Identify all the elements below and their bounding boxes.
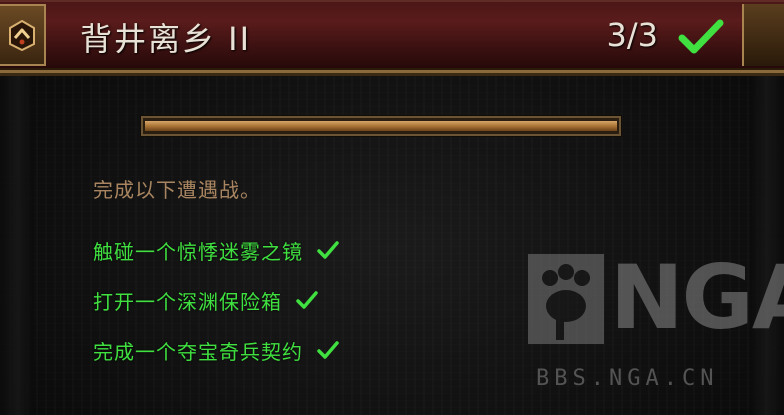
watermark-logo-text: NGA — [610, 246, 784, 349]
quest-title: 背井离乡 II — [80, 20, 252, 58]
task-label: 完成一个夺宝奇兵契约 — [93, 339, 303, 364]
nga-watermark: NGA BBS.NGA.CN — [528, 246, 784, 404]
quest-emblem-icon[interactable] — [0, 4, 46, 66]
left-pillar-ornament — [0, 70, 34, 415]
quest-progress-bar — [141, 116, 621, 136]
quest-instruction: 完成以下遭遇战。 — [93, 178, 261, 202]
quest-progress-count: 3/3 — [606, 16, 659, 54]
quest-header[interactable]: 背井离乡 II 3/3 — [0, 0, 784, 76]
quest-complete-check-icon — [678, 19, 724, 54]
task-label: 触碰一个惊悸迷雾之镜 — [93, 239, 303, 264]
task-item: 触碰一个惊悸迷雾之镜 — [93, 236, 339, 264]
task-item: 打开一个深渊保险箱 — [93, 286, 339, 314]
task-label: 打开一个深渊保险箱 — [93, 289, 282, 314]
task-item: 完成一个夺宝奇兵契约 — [93, 336, 339, 364]
task-check-icon — [296, 291, 318, 309]
quest-panel: 背井离乡 II 3/3 完成以下遭遇战。 触碰一个惊悸迷雾之镜 打开一个深渊保险… — [0, 0, 784, 415]
paw-logo-icon — [528, 254, 604, 344]
header-corner-ornament — [742, 4, 784, 66]
quest-progress-fill — [145, 121, 617, 131]
task-check-icon — [317, 241, 339, 259]
task-check-icon — [317, 341, 339, 359]
watermark-url: BBS.NGA.CN — [536, 366, 719, 391]
task-list: 触碰一个惊悸迷雾之镜 打开一个深渊保险箱 完成一个夺宝奇兵契约 — [93, 236, 339, 386]
